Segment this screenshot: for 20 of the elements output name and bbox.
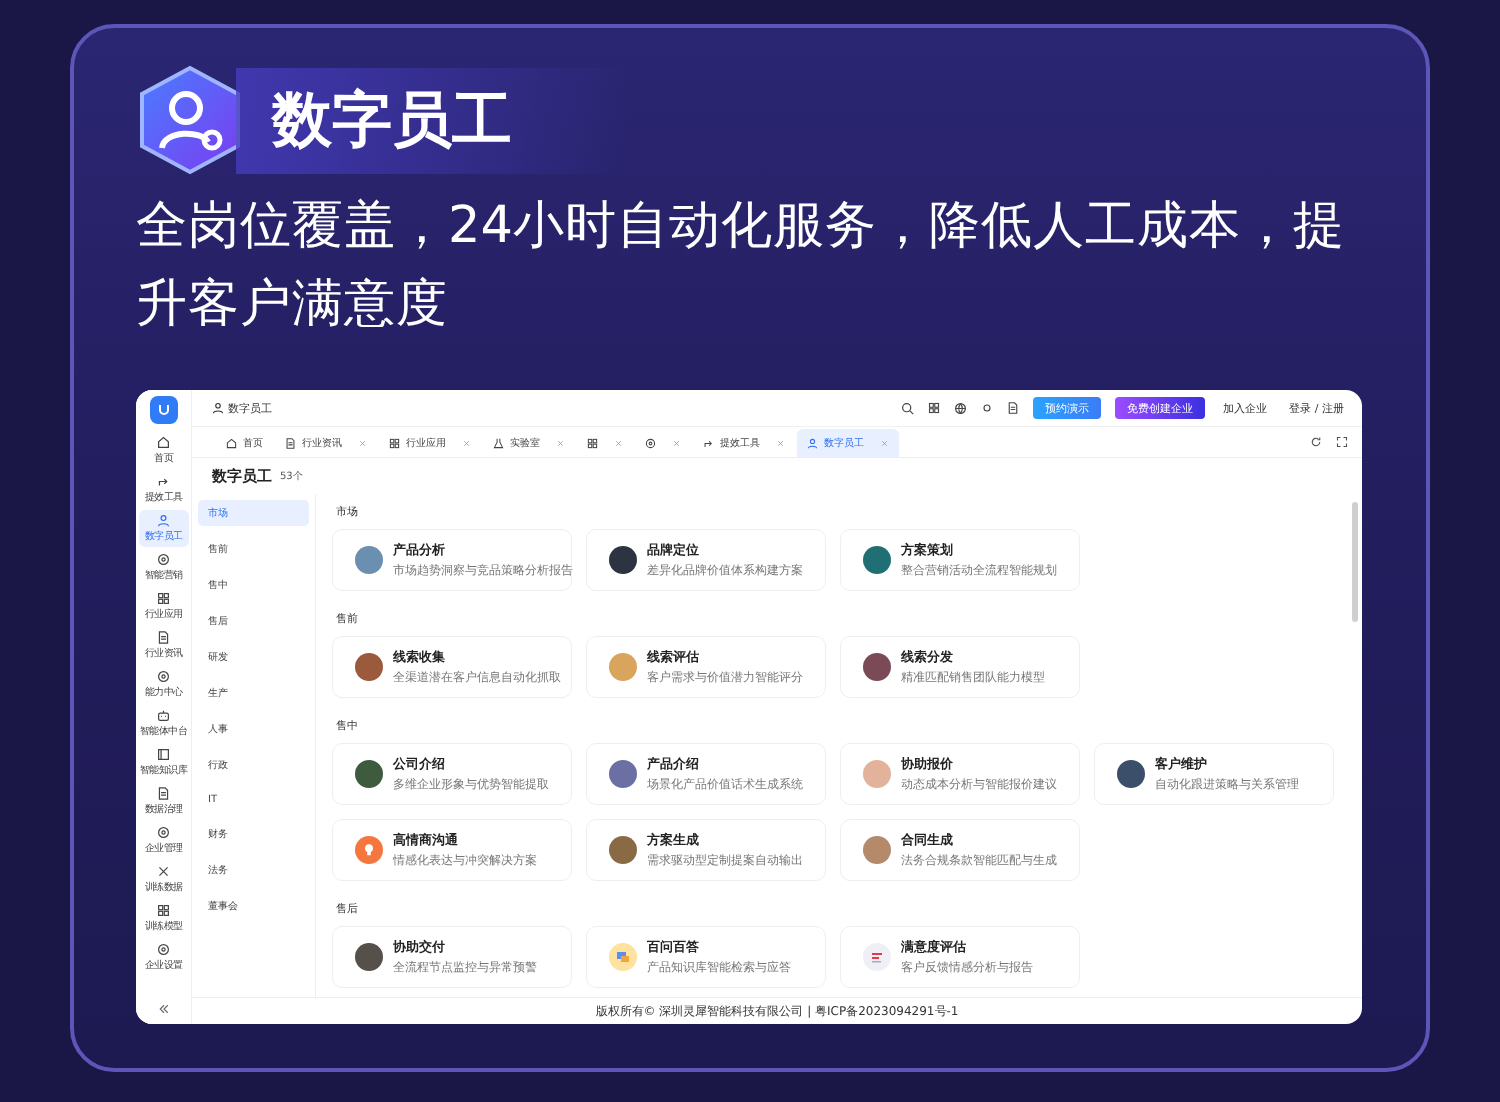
photo-placeholder — [355, 546, 383, 574]
photo-placeholder — [609, 546, 637, 574]
photo-placeholder — [1117, 760, 1145, 788]
logo-icon — [149, 396, 178, 424]
photo-placeholder — [609, 760, 637, 788]
photo-placeholder — [863, 546, 891, 574]
chart-icon — [863, 943, 891, 971]
photo-placeholder — [863, 653, 891, 681]
photo-placeholder — [609, 836, 637, 864]
photo-placeholder — [355, 760, 383, 788]
scrollbar[interactable] — [1352, 502, 1358, 622]
photo-placeholder — [355, 943, 383, 971]
photo-placeholder — [863, 760, 891, 788]
person-badge-icon — [136, 64, 244, 176]
bulb-icon — [355, 836, 383, 864]
photo-placeholder — [355, 653, 383, 681]
banner-subtitle: 全岗位覆盖，24小时自动化服务，降低人工成本，提升客户满意度 — [136, 194, 1347, 338]
photo-placeholder — [863, 836, 891, 864]
photo-placeholder — [609, 653, 637, 681]
chat-icon — [609, 943, 637, 971]
